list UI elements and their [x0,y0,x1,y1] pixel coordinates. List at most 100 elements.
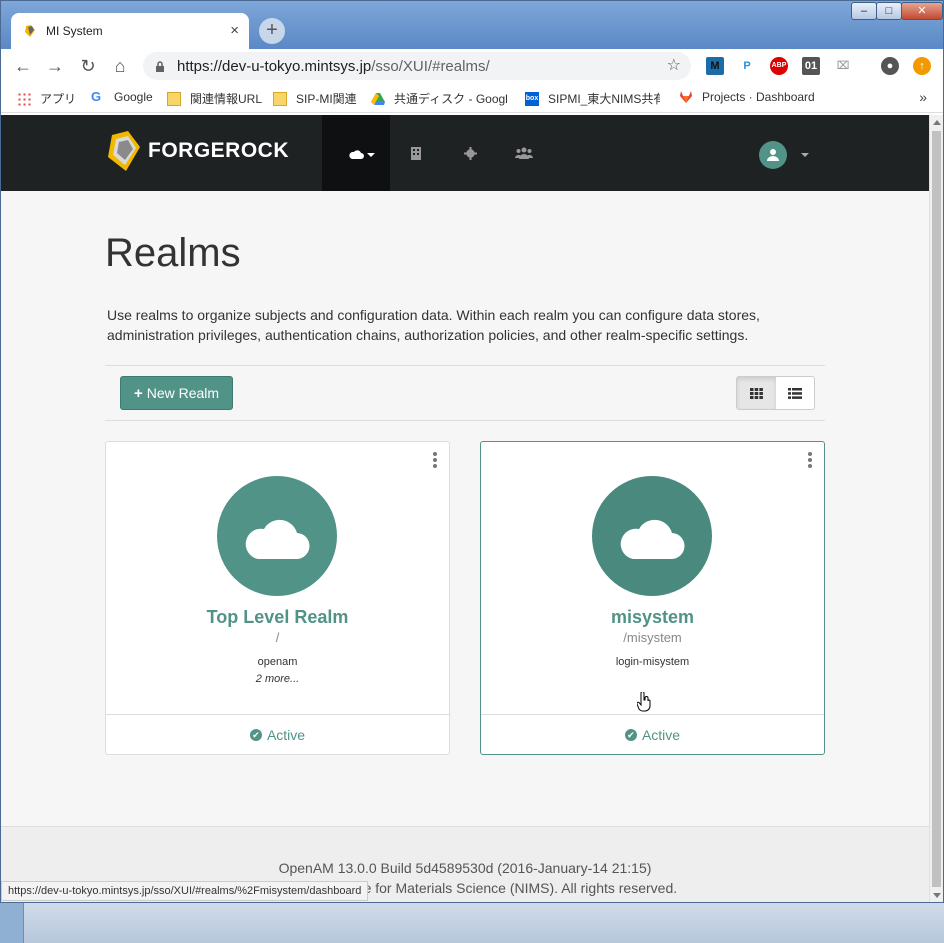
nav-realms-menu[interactable] [322,115,390,191]
bookmark-folder-url[interactable]: 関連情報URL [167,90,262,107]
pdf-extension-icon[interactable]: ⌧ [834,57,852,75]
bookmark-folder-sip[interactable]: SIP-MI関連 [273,90,357,107]
page-title: Realms [105,231,241,275]
realm-name[interactable]: Top Level Realm [106,607,449,628]
profile-icon[interactable]: ● [881,57,899,75]
bookmark-gitlab[interactable]: Projects · Dashboard [679,90,814,104]
status-label: Active [266,727,306,743]
realm-card-top-level[interactable]: Top Level Realm / openam 2 more... ✔ Act… [105,441,450,755]
grid-view-button[interactable] [737,377,776,409]
taskbar-edge [0,903,24,943]
user-avatar[interactable] [759,141,787,169]
realm-path: / [275,630,280,645]
google-icon: G [91,89,102,104]
drive-icon [371,92,385,105]
page-description: Use realms to organize subjects and conf… [107,307,760,343]
minimize-button[interactable]: – [851,2,877,20]
update-icon[interactable]: ↑ [913,57,931,75]
plus-icon: + [133,384,143,402]
realm-status: ✔ Active [106,714,449,755]
divider [105,420,825,421]
user-menu-chevron-icon[interactable] [801,153,809,157]
desktop-background [0,903,944,943]
scroll-thumb[interactable] [932,131,941,887]
list-view-button[interactable] [776,377,815,409]
folder-icon [167,91,181,106]
kebab-menu-icon[interactable] [433,452,437,470]
bookmarks-bar: アプリ G Google 関連情報URL SIP-MI関連 共通ディスク - G… [1,83,943,113]
lock-icon [156,60,164,72]
title-bar: MI System × + – □ ✕ [1,1,943,49]
nav-federation[interactable] [509,115,539,191]
url-path: /sso/XUI/#realms/ [371,57,490,75]
reload-icon[interactable]: ↻ [76,54,100,78]
divider [105,365,825,366]
forgerock-favicon-icon [25,25,35,37]
browser-window: MI System × + – □ ✕ ← → ↻ ⌂ https://dev-… [0,0,944,903]
maximize-button[interactable]: □ [876,2,902,20]
new-tab-button[interactable]: + [259,18,285,44]
scroll-up-icon[interactable] [933,120,941,125]
scroll-down-icon[interactable] [933,893,941,898]
brand-name: FORGEROCK [148,139,289,162]
cloud-icon [620,519,685,559]
realm-alias: openam [257,656,298,668]
realm-more-aliases: 2 more... [255,673,300,685]
kebab-menu-icon[interactable] [808,452,812,470]
forward-icon[interactable]: → [43,54,67,78]
new-realm-button[interactable]: + New Realm [120,376,233,410]
url-host: https://dev-u-tokyo.mintsys.jp [177,57,372,75]
realm-name[interactable]: misystem [481,607,824,628]
folder-icon [273,91,287,106]
building-icon [411,146,421,160]
extension-p-icon[interactable]: P [738,57,756,75]
gitlab-icon [680,91,692,103]
realm-cloud-badge [592,476,712,596]
extension-01-icon[interactable]: 01 [802,57,820,75]
cloud-icon [245,519,310,559]
adblock-icon[interactable]: ABP [770,57,788,75]
footer-version: OpenAM 13.0.0 Build 5d4589530d (2016-Jan… [278,860,652,876]
hand-cursor-icon [637,692,651,712]
address-bar[interactable]: https://dev-u-tokyo.mintsys.jp/sso/XUI/#… [143,52,691,80]
list-icon [787,387,802,399]
box-icon: box [525,91,539,106]
realm-alias: login-misystem [615,656,690,668]
apps-grid-icon [17,91,31,106]
users-icon [515,147,533,159]
bookmark-google[interactable]: G Google [91,89,153,105]
page-content: FORGEROCK Realms Use realms to organize … [1,115,929,902]
close-window-button[interactable]: ✕ [901,2,943,20]
app-navbar: FORGEROCK [1,115,929,191]
status-label: Active [641,727,681,743]
forgerock-logo-icon [108,131,140,171]
cloud-icon [349,149,364,159]
browser-toolbar: ← → ↻ ⌂ https://dev-u-tokyo.mintsys.jp/s… [1,49,943,83]
view-toggle [736,376,815,410]
realm-status: ✔ Active [481,714,824,755]
check-circle-icon: ✔ [249,729,262,741]
bookmark-drive[interactable]: 共通ディスク - Google [371,90,508,107]
bookmarks-overflow-icon[interactable]: » [919,89,927,105]
nav-deployment[interactable] [401,115,431,191]
status-url-bubble: https://dev-u-tokyo.mintsys.jp/sso/XUI/#… [1,881,369,901]
home-icon[interactable]: ⌂ [108,54,132,78]
page-scrollbar[interactable] [929,115,943,902]
gear-icon [463,146,477,160]
bookmark-apps[interactable]: アプリ [17,90,76,107]
forgerock-logo[interactable]: FORGEROCK [104,129,289,173]
tab-title: MI System [46,24,103,38]
tab-close-icon[interactable]: × [230,22,239,39]
new-realm-label: New Realm [146,385,220,401]
nav-configure[interactable] [455,115,485,191]
realm-path: /misystem [623,630,682,645]
bookmark-star-icon[interactable]: ☆ [667,55,681,75]
chevron-down-icon [367,153,375,157]
grid-icon [749,387,763,399]
realm-card-misystem[interactable]: misystem /misystem login-misystem ✔ Acti… [480,441,825,755]
back-icon[interactable]: ← [11,54,35,78]
bookmark-box[interactable]: box SIPMI_東大NIMS共有 [525,90,660,107]
extension-m-icon[interactable]: M [706,57,724,75]
check-circle-icon: ✔ [624,729,637,741]
browser-tab[interactable]: MI System × [11,13,249,49]
